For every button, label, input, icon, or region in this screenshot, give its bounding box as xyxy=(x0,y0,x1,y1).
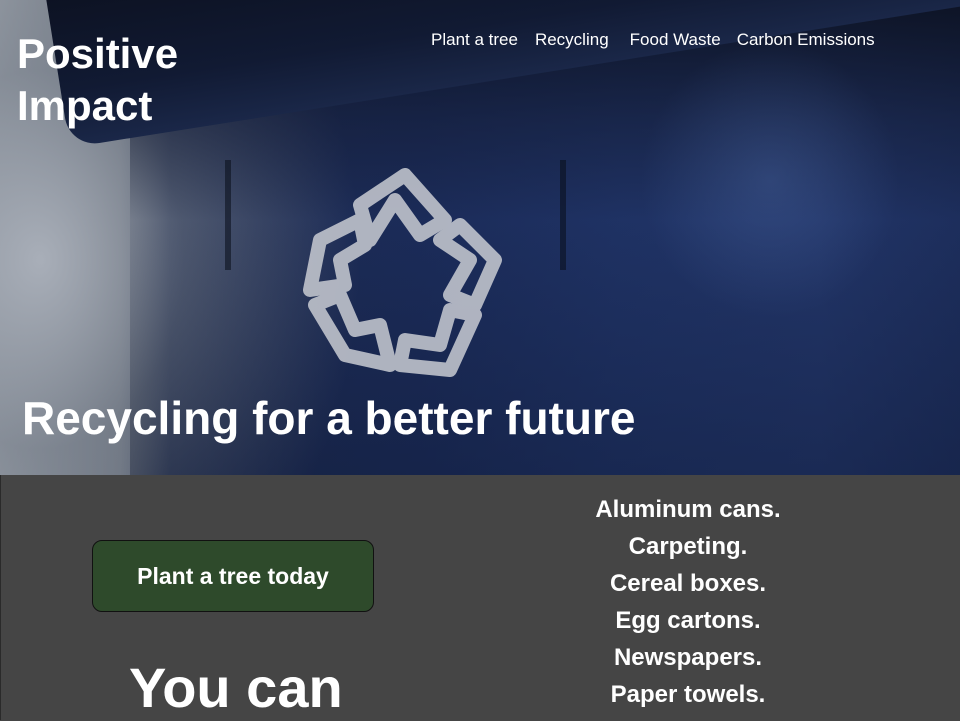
plant-a-tree-button[interactable]: Plant a tree today xyxy=(92,540,374,612)
bin-highlight xyxy=(640,40,900,320)
list-item: Cereal boxes. xyxy=(609,570,767,597)
content-section: Plant a tree today You can Aluminum cans… xyxy=(0,475,960,720)
list-item: Aluminum cans. xyxy=(595,496,781,523)
list-item: Newspapers. xyxy=(613,644,763,671)
brand-line-1: Positive xyxy=(17,30,179,77)
nav-link-food-waste[interactable]: Food Waste xyxy=(630,30,721,50)
brand-line-2: Impact xyxy=(17,82,153,129)
bin-ridge xyxy=(560,160,566,270)
list-item: Carpeting. xyxy=(628,533,748,560)
nav-link-carbon-emissions[interactable]: Carbon Emissions xyxy=(737,30,875,50)
list-item: Paper towels. xyxy=(610,681,766,708)
hero-banner: Positive Impact Plant a tree Recycling F… xyxy=(0,0,960,475)
nav-link-plant-a-tree[interactable]: Plant a tree xyxy=(431,30,518,50)
hero-title: Recycling for a better future xyxy=(22,392,636,444)
recycle-icon xyxy=(303,168,502,377)
recyclables-list: Aluminum cans. Carpeting. Cereal boxes. … xyxy=(558,491,818,713)
nav-link-recycling[interactable]: Recycling xyxy=(535,30,609,50)
brand-logo-text[interactable]: Positive Impact xyxy=(17,28,237,132)
main-nav: Plant a tree Recycling Food Waste Carbon… xyxy=(431,30,875,50)
you-can-heading: You can xyxy=(129,656,343,719)
list-item: Egg cartons. xyxy=(615,607,761,634)
bin-ridge xyxy=(225,160,231,270)
